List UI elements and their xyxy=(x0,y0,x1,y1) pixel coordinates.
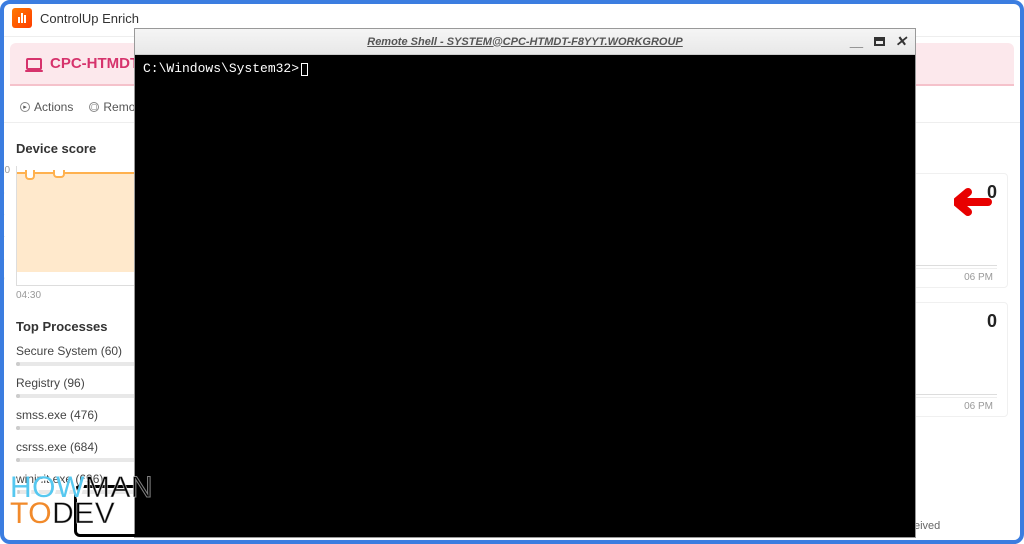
close-button[interactable]: ✕ xyxy=(893,35,909,49)
process-name: Secure System (60) xyxy=(16,344,122,358)
y-tick: 2 xyxy=(0,253,10,263)
actions-label: Actions xyxy=(34,100,73,114)
terminal-prompt: C:\Windows\System32> xyxy=(143,61,299,76)
terminal-cursor-icon xyxy=(301,63,308,76)
terminal-title-text: Remote Shell - SYSTEM@CPC-HTMDT-F8YYT.WO… xyxy=(367,36,682,48)
maximize-button[interactable] xyxy=(871,35,887,49)
terminal-body[interactable]: C:\Windows\System32> xyxy=(135,55,915,537)
annotation-arrow-icon xyxy=(954,186,1002,223)
x-tick: 04:30 xyxy=(16,290,41,301)
process-name: Registry (96) xyxy=(16,376,85,390)
remote-shell-window: Remote Shell - SYSTEM@CPC-HTMDT-F8YYT.WO… xyxy=(134,28,916,538)
process-name: smss.exe (476) xyxy=(16,408,98,422)
play-icon: ▸ xyxy=(20,102,30,112)
app-title: ControlUp Enrich xyxy=(40,11,139,26)
laptop-icon xyxy=(26,58,42,70)
terminal-titlebar[interactable]: Remote Shell - SYSTEM@CPC-HTMDT-F8YYT.WO… xyxy=(135,29,915,55)
app-logo-icon xyxy=(12,8,32,28)
y-axis-labels: 10 8 6 4 2 0 xyxy=(0,166,10,285)
actions-button[interactable]: ▸ Actions xyxy=(20,100,73,114)
y-tick: 0 xyxy=(0,275,10,285)
process-name: csrss.exe (684) xyxy=(16,440,98,454)
terminal-icon: ▢ xyxy=(89,102,99,112)
y-tick: 4 xyxy=(0,231,10,241)
process-name: wininit.exe (696) xyxy=(16,472,103,486)
minimize-button[interactable]: __ xyxy=(849,35,865,49)
y-tick: 10 xyxy=(0,166,10,176)
y-tick: 6 xyxy=(0,210,10,220)
y-tick: 8 xyxy=(0,188,10,198)
